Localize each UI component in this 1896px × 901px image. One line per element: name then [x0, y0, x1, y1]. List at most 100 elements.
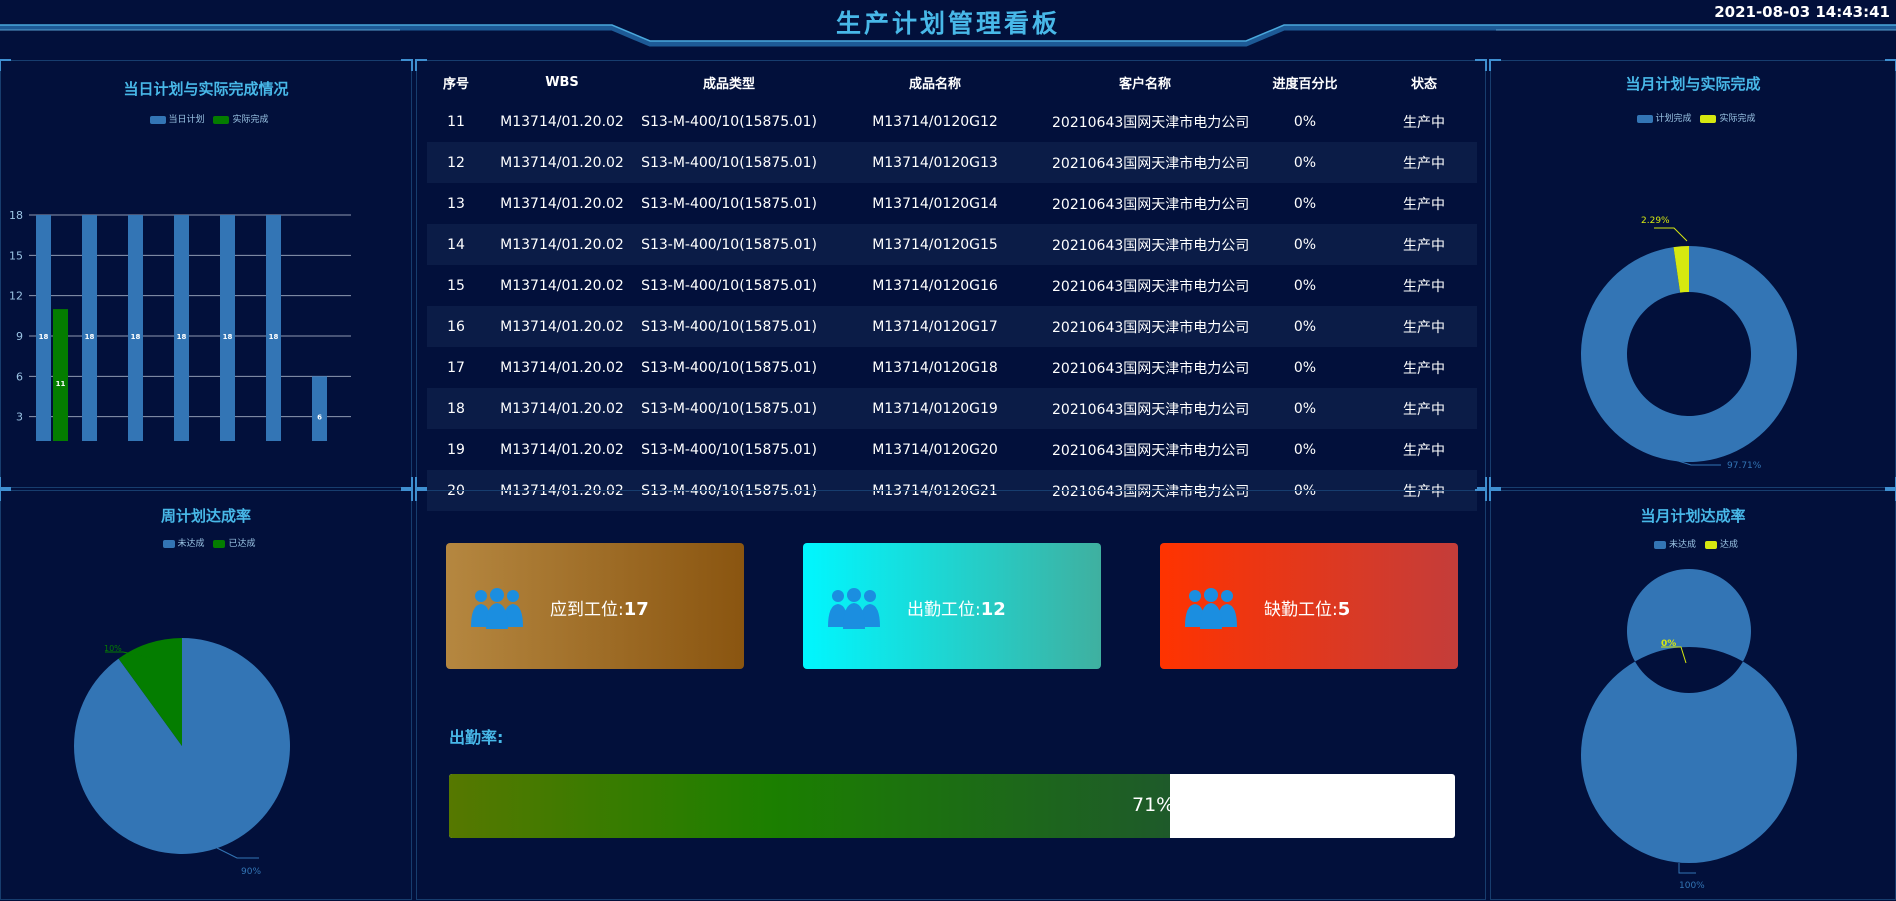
legend-swatch-achieved	[213, 539, 226, 548]
cell-wbs: M13714/01.20.02	[500, 113, 624, 130]
table-row[interactable]: 15 M13714/01.20.02 S13-M-400/10(15875.01) M…	[427, 265, 1477, 306]
bar-plan	[36, 215, 51, 441]
legend-swatch-actual-complete	[1700, 114, 1717, 123]
y-tick-label: 6	[16, 370, 23, 383]
monthly-rate-panel: 当月计划达成率 未达成 达成 100% 0%	[1489, 489, 1896, 900]
cell-status: 生产中	[1371, 306, 1477, 347]
cell-customer: 20210643国网天津市电力公司	[1051, 306, 1249, 347]
cell-progress: 0%	[1239, 306, 1371, 347]
attendance-card-label: 应到工位:	[550, 600, 624, 620]
cell-customer: 20210643国网天津市电力公司	[1052, 278, 1250, 295]
legend-swatch-plan	[149, 115, 166, 124]
cell-status: 生产中	[1403, 360, 1445, 377]
legend-label-not-achieved: 未达成	[177, 539, 205, 549]
slice-label: 10%	[104, 644, 122, 653]
header-product-name: 成品名称	[908, 76, 961, 92]
cell-product-type: S13-M-400/10(15875.01)	[641, 113, 817, 130]
cell-progress: 0%	[1239, 388, 1371, 429]
attendance-card-text: 缺勤工位:5	[1264, 595, 1350, 620]
table-row[interactable]: 18 M13714/01.20.02 S13-M-400/10(15875.01) M…	[427, 388, 1477, 429]
bar-plan	[82, 215, 97, 441]
attendance-progress-value: 71%	[1132, 794, 1175, 816]
cell-product-name: M13714/0120G15	[819, 224, 1051, 265]
production-table-panel: 序号 WBS 成品类型 成品名称 客户名称 进度百分比 状态 11 M13714/…	[415, 59, 1487, 511]
cell-product-type: S13-M-400/10(15875.01)	[641, 359, 817, 376]
table-row[interactable]: 13 M13714/01.20.02 S13-M-400/10(15875.01) M…	[427, 183, 1477, 224]
weekly-rate-title: 周计划达成率	[160, 507, 251, 525]
cell-index: 17	[447, 359, 465, 376]
monthly-complete-panel: 当月计划与实际完成 计划完成 实际完成 97.71% 2.29%	[1489, 59, 1896, 489]
bar-plan	[312, 376, 327, 441]
weekly-rate-pie: 90% 10%	[73, 638, 290, 877]
monthly-complete-title: 当月计划与实际完成	[1625, 75, 1761, 93]
bar-plan-label: 18	[223, 333, 233, 341]
cell-progress: 0%	[1293, 441, 1317, 458]
bar-plan	[128, 215, 143, 441]
cell-index: 18	[427, 388, 485, 429]
cell-customer: 20210643国网天津市电力公司	[1051, 388, 1249, 429]
slice-label: 90%	[241, 867, 261, 877]
cell-index: 12	[427, 142, 485, 183]
cell-product-type: S13-M-400/10(15875.01)	[639, 306, 819, 347]
cell-product-type: S13-M-400/10(15875.01)	[641, 441, 817, 458]
cell-wbs: M13714/01.20.02	[485, 224, 639, 265]
header-status: 状态	[1410, 76, 1437, 92]
legend-label-achieved: 已达成	[228, 539, 256, 549]
cell-product-name: M13714/0120G13	[819, 142, 1051, 183]
table-row[interactable]: 14 M13714/01.20.02 S13-M-400/10(15875.01) M…	[427, 224, 1477, 265]
attendance-card-text: 出勤工位:12	[907, 595, 1006, 620]
cell-product-type: S13-M-400/10(15875.01)	[641, 195, 817, 212]
bar-plan	[266, 215, 281, 441]
bar-plan-label: 18	[39, 333, 49, 341]
cell-status: 生产中	[1371, 388, 1477, 429]
y-tick-label: 18	[9, 209, 23, 222]
table-row[interactable]: 19 M13714/01.20.02 S13-M-400/10(15875.01) M…	[427, 429, 1477, 470]
table-header-row: 序号 WBS 成品类型 成品名称 客户名称 进度百分比 状态	[427, 63, 1477, 101]
slice-label: 100%	[1679, 881, 1705, 891]
attendance-progress-bar: 71%	[449, 774, 1455, 838]
table-row[interactable]: 16 M13714/01.20.02 S13-M-400/10(15875.01) M…	[427, 306, 1477, 347]
cell-product-type: S13-M-400/10(15875.01)	[641, 277, 817, 294]
table-row[interactable]: 17 M13714/01.20.02 S13-M-400/10(15875.01) M…	[427, 347, 1477, 388]
attendance-card-value: 5	[1337, 599, 1351, 620]
cell-wbs: M13714/01.20.02	[500, 277, 624, 294]
cell-product-name: M13714/0120G20	[872, 441, 998, 458]
cell-index: 14	[427, 224, 485, 265]
bar-plan-label: 6	[317, 414, 322, 422]
cell-index: 15	[447, 277, 465, 294]
slice-label-line	[1654, 227, 1688, 242]
header-wbs: WBS	[545, 74, 579, 90]
cell-progress: 0%	[1293, 359, 1317, 376]
cell-progress: 0%	[1239, 142, 1371, 183]
legend-label-actual-complete: 实际完成	[1719, 114, 1756, 124]
page-title: 生产计划管理看板	[835, 9, 1060, 38]
cell-status: 生产中	[1403, 114, 1445, 131]
attendance-progress-fill	[449, 774, 1170, 838]
monthly-complete-legend: 计划完成 实际完成	[1491, 111, 1895, 124]
monthly-rate-legend: 未达成 达成	[1491, 537, 1895, 550]
legend-label-actual: 实际完成	[232, 115, 269, 125]
table-row[interactable]: 11 M13714/01.20.02 S13-M-400/10(15875.01) M…	[427, 101, 1477, 142]
slice-label-line	[216, 847, 259, 859]
cell-product-type: S13-M-400/10(15875.01)	[639, 224, 819, 265]
cell-status: 生产中	[1403, 196, 1445, 213]
weekly-rate-legend: 未达成 已达成	[1, 536, 411, 549]
attendance-card-label: 出勤工位:	[907, 600, 981, 620]
daily-plan-panel: 当日计划与实际完成情况 当日计划 实际完成 03691215181811一180…	[0, 59, 413, 489]
cell-customer: 20210643国网天津市电力公司	[1052, 360, 1250, 377]
legend-label-plan: 当日计划	[168, 115, 205, 125]
daily-plan-title: 当日计划与实际完成情况	[123, 80, 289, 98]
slice-label: 2.29%	[1641, 216, 1670, 226]
monthly-complete-donut: 97.71% 2.29%	[1581, 216, 1797, 471]
cell-customer: 20210643国网天津市电力公司	[1052, 442, 1250, 459]
bar-plan-label: 18	[177, 333, 187, 341]
y-tick-label: 3	[16, 411, 23, 424]
attendance-card-2: 缺勤工位:5	[1160, 543, 1458, 669]
cell-status: 生产中	[1403, 442, 1445, 459]
cell-customer: 20210643国网天津市电力公司	[1052, 114, 1250, 131]
cell-wbs: M13714/01.20.02	[500, 195, 624, 212]
table-row[interactable]: 12 M13714/01.20.02 S13-M-400/10(15875.01) M…	[427, 142, 1477, 183]
people-group-icon	[471, 588, 523, 629]
bar-plan-label: 18	[85, 333, 95, 341]
cell-wbs: M13714/01.20.02	[485, 306, 639, 347]
